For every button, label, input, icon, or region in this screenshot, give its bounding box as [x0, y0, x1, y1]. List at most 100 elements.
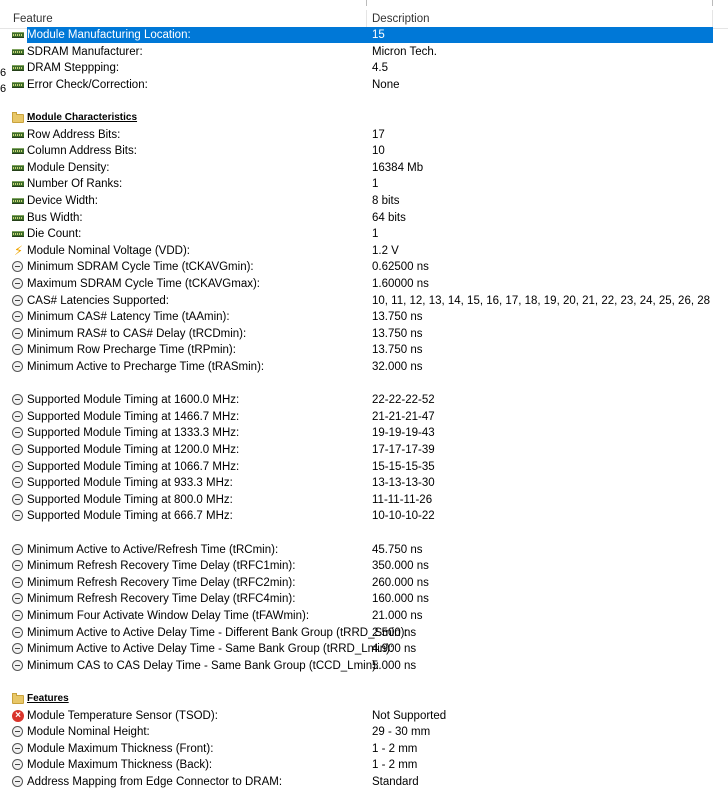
feature-value: Not Supported [372, 709, 447, 722]
feature-value: 4.900 ns [372, 643, 417, 656]
list-item[interactable]: Minimum RAS# to CAS# Delay (tRCDmin): 13.… [0, 326, 728, 343]
list-item[interactable]: DRAM Steppping: 4.5 [0, 60, 728, 77]
list-item[interactable]: ⚡ Module Nominal Voltage (VDD): 1.2 V [0, 243, 728, 260]
list-item[interactable]: Module Maximum Thickness (Front): 1 - 2 m… [0, 741, 728, 758]
error-icon: × [12, 709, 24, 722]
feature-label: Minimum Active to Active/Refresh Time (t… [27, 543, 279, 556]
list-item[interactable]: Supported Module Timing at 1333.3 MHz: 19… [0, 425, 728, 442]
feature-value: 19-19-19-43 [372, 427, 435, 440]
list-item[interactable]: Minimum Active to Precharge Time (tRASmi… [0, 359, 728, 376]
list-item[interactable]: Module Manufacturing Location: 15 [0, 27, 728, 44]
feature-label: Minimum Row Precharge Time (tRPmin): [27, 344, 236, 357]
list-item[interactable]: Supported Module Timing at 1066.7 MHz: 15… [0, 459, 728, 476]
list-item[interactable]: × Module Temperature Sensor (TSOD): Not Su… [0, 708, 728, 725]
clock-icon [12, 510, 24, 522]
section-title: Module Characteristics [27, 112, 138, 123]
feature-label: Supported Module Timing at 1333.3 MHz: [27, 427, 240, 440]
clock-icon [12, 394, 24, 406]
clock-icon [12, 294, 24, 307]
list-item[interactable]: Module Density: 16384 Mb [0, 160, 728, 177]
feature-value: 1.60000 ns [372, 278, 429, 290]
list-item[interactable]: Minimum CAS# Latency Time (tAAmin): 13.75… [0, 309, 728, 326]
folder-icon [12, 693, 24, 705]
clock-icon [12, 444, 24, 456]
memory-module-icon [12, 62, 24, 74]
memory-module-icon [12, 178, 24, 190]
feature-value: 15-15-15-35 [372, 460, 435, 473]
feature-label: Minimum Active to Active Delay Time - Sa… [27, 643, 394, 656]
feature-value: None [372, 78, 400, 91]
list-item[interactable]: Minimum CAS to CAS Delay Time - Same Ban… [0, 658, 728, 675]
memory-module-icon [12, 79, 24, 91]
feature-value: Micron Tech. [372, 45, 437, 58]
list-item[interactable]: Module Nominal Height: 29 - 30 mm [0, 724, 728, 741]
clock-icon [12, 776, 24, 788]
column-resize-handle[interactable] [366, 10, 367, 28]
list-item[interactable]: Minimum SDRAM Cycle Time (tCKAVGmin): 0.6… [0, 259, 728, 276]
column-header-description[interactable]: Description [372, 10, 712, 28]
list-item[interactable]: Minimum Active to Active/Refresh Time (t… [0, 542, 728, 559]
feature-label: Supported Module Timing at 1466.7 MHz: [27, 410, 240, 423]
column-header-feature[interactable]: Feature [13, 10, 366, 28]
feature-value: Standard [372, 776, 419, 788]
list-item[interactable]: Supported Module Timing at 1600.0 MHz: 22… [0, 392, 728, 409]
folder-icon [12, 112, 24, 124]
feature-label: DRAM Steppping: [27, 62, 120, 75]
feature-label: Module Maximum Thickness (Front): [27, 742, 214, 755]
list-item[interactable]: Minimum Refresh Recovery Time Delay (tRF… [0, 558, 728, 575]
list-item[interactable]: SDRAM Manufacturer: Micron Tech. [0, 44, 728, 61]
list-item[interactable]: Error Check/Correction: None [0, 77, 728, 94]
list-item[interactable]: Minimum Active to Active Delay Time - Di… [0, 625, 728, 642]
feature-value: 1 - 2 mm [372, 742, 418, 755]
list-item[interactable]: Die Count: 1 [0, 226, 728, 243]
feature-label: Minimum Active to Active Delay Time - Di… [27, 626, 408, 639]
list-item[interactable]: Minimum Refresh Recovery Time Delay (tRF… [0, 591, 728, 608]
list-item[interactable]: Supported Module Timing at 1466.7 MHz: 21… [0, 409, 728, 426]
clock-icon [12, 311, 24, 323]
list-item[interactable]: CAS# Latencies Supported: 10, 11, 12, 13,… [0, 293, 728, 310]
feature-value: 1 - 2 mm [372, 759, 418, 772]
feature-value: 1 [372, 228, 379, 241]
feature-value: 13.750 ns [372, 344, 423, 357]
list-item[interactable]: Supported Module Timing at 933.3 MHz: 13-… [0, 475, 728, 492]
list-item[interactable]: Minimum Row Precharge Time (tRPmin): 13.7… [0, 342, 728, 359]
feature-label: Supported Module Timing at 666.7 MHz: [27, 510, 233, 523]
list-item[interactable]: Minimum Active to Active Delay Time - Sa… [0, 641, 728, 658]
voltage-icon: ⚡ [14, 242, 24, 258]
list-item[interactable]: Bus Width: 64 bits [0, 210, 728, 227]
list-item[interactable]: Row Address Bits: 17 [0, 127, 728, 144]
list-item[interactable]: Module Maximum Thickness (Back): 1 - 2 mm [0, 757, 728, 774]
feature-value: 1 [372, 178, 379, 191]
feature-value: 22-22-22-52 [372, 394, 435, 407]
feature-label: Minimum Refresh Recovery Time Delay (tRF… [27, 576, 296, 589]
feature-value: 15 [366, 27, 713, 43]
feature-label: Bus Width: [27, 211, 83, 224]
list-item[interactable]: Minimum Refresh Recovery Time Delay (tRF… [0, 575, 728, 592]
list-item[interactable]: Column Address Bits: 10 [0, 143, 728, 160]
list-item[interactable]: Supported Module Timing at 1200.0 MHz: 17… [0, 442, 728, 459]
section-header[interactable]: Module Characteristics [0, 110, 728, 127]
feature-value: 21-21-21-47 [372, 410, 435, 423]
section-header[interactable]: Features [0, 691, 728, 708]
feature-label: Error Check/Correction: [27, 78, 148, 91]
list-item[interactable]: Number Of Ranks: 1 [0, 176, 728, 193]
clock-icon [12, 593, 24, 605]
list-item[interactable]: Supported Module Timing at 800.0 MHz: 11-… [0, 492, 728, 509]
list-item[interactable]: Address Mapping from Edge Connector to D… [0, 774, 728, 791]
column-resize-handle[interactable] [712, 10, 713, 28]
list-item[interactable]: Supported Module Timing at 666.7 MHz: 10-… [0, 508, 728, 525]
list-item[interactable]: Maximum SDRAM Cycle Time (tCKAVGmax): 1.6… [0, 276, 728, 293]
feature-value: 10, 11, 12, 13, 14, 15, 16, 17, 18, 19, … [372, 294, 711, 307]
feature-label: Supported Module Timing at 933.3 MHz: [27, 477, 233, 490]
feature-label: Module Manufacturing Location: [27, 27, 193, 43]
list-item[interactable]: Minimum Four Activate Window Delay Time … [0, 608, 728, 625]
feature-value: 11-11-11-26 [372, 493, 433, 506]
list-item[interactable]: Device Width: 8 bits [0, 193, 728, 210]
feature-label: Supported Module Timing at 1200.0 MHz: [27, 444, 240, 456]
clock-icon [12, 261, 24, 273]
clock-icon [12, 610, 24, 622]
feature-value: 29 - 30 mm [372, 726, 431, 739]
